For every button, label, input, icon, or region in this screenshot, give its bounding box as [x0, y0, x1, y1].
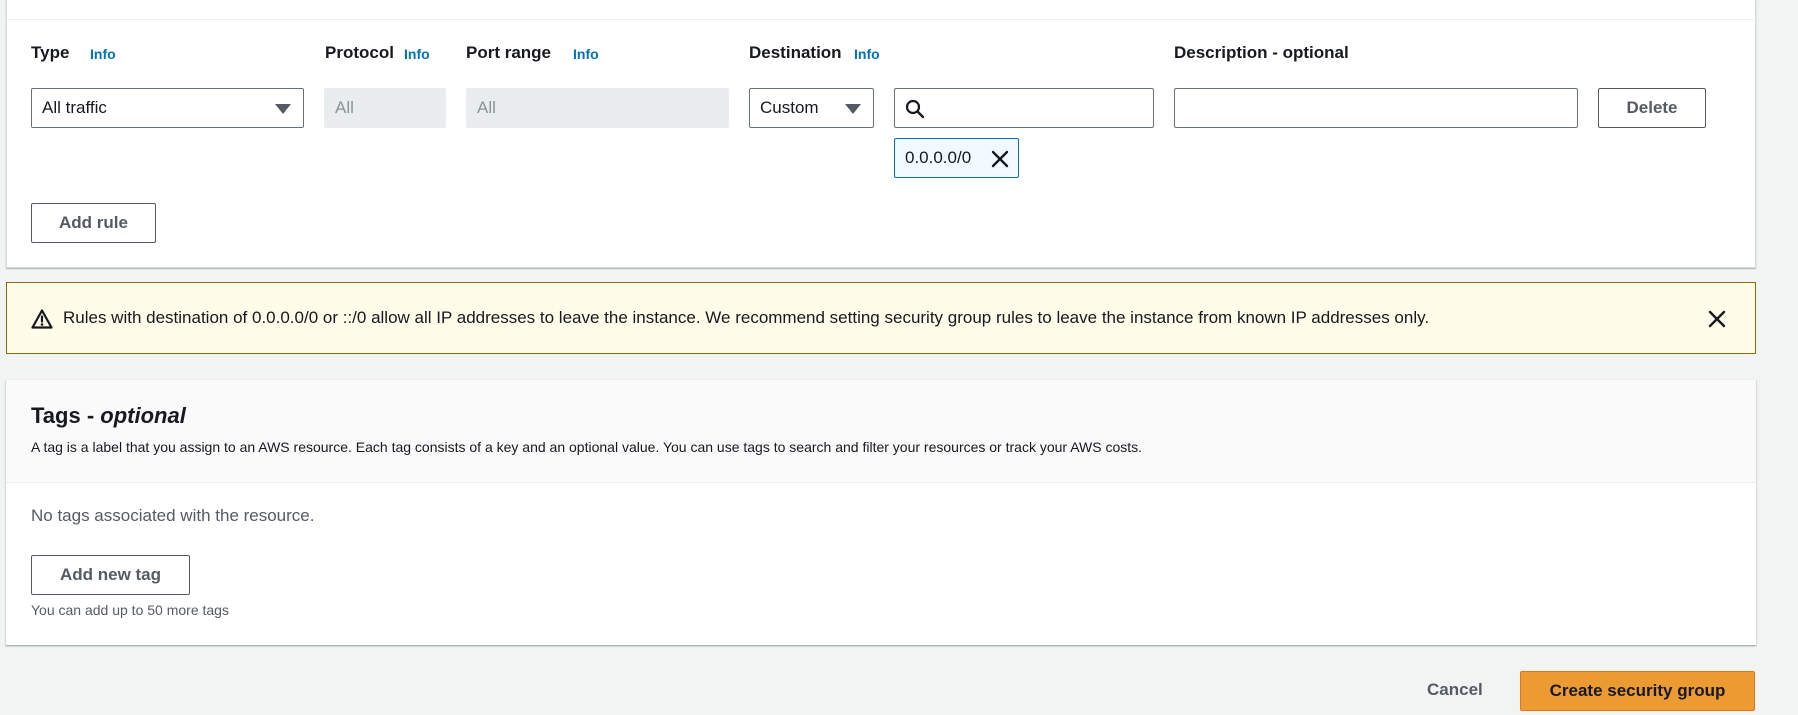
- divider: [6, 19, 1756, 20]
- destination-token: 0.0.0.0/0: [894, 138, 1019, 178]
- type-select-value: All traffic: [42, 98, 107, 117]
- close-icon[interactable]: [991, 150, 1009, 168]
- type-header: Type: [31, 43, 70, 62]
- caret-down-icon: [845, 104, 861, 114]
- tags-limit-hint: You can add up to 50 more tags: [31, 602, 229, 618]
- tags-empty-text: No tags associated with the resource.: [31, 506, 315, 525]
- add-new-tag-button[interactable]: Add new tag: [31, 555, 190, 595]
- tags-panel-header: [6, 380, 1756, 483]
- destination-type-select[interactable]: Custom: [749, 88, 874, 128]
- protocol-value: All: [335, 98, 354, 117]
- protocol-field: All: [324, 88, 446, 128]
- cancel-button[interactable]: Cancel: [1427, 680, 1483, 700]
- type-select[interactable]: All traffic: [31, 88, 304, 128]
- warning-message: Rules with destination of 0.0.0.0/0 or :…: [63, 308, 1430, 327]
- port-range-field: All: [466, 88, 729, 128]
- type-info-link[interactable]: Info: [90, 46, 116, 62]
- outbound-rules-panel: [6, 0, 1756, 268]
- delete-rule-button[interactable]: Delete: [1598, 88, 1706, 128]
- description-input[interactable]: [1174, 88, 1578, 128]
- add-rule-button[interactable]: Add rule: [31, 203, 156, 243]
- create-security-group-button[interactable]: Create security group: [1520, 671, 1755, 711]
- warning-alert: Rules with destination of 0.0.0.0/0 or :…: [6, 282, 1756, 354]
- tags-title-optional: optional: [100, 403, 186, 428]
- tags-title: Tags - optional: [31, 403, 186, 429]
- search-icon: [905, 99, 925, 119]
- destination-info-link[interactable]: Info: [854, 46, 880, 62]
- destination-type-value: Custom: [760, 98, 819, 117]
- port-range-header: Port range: [466, 43, 552, 62]
- destination-search-input[interactable]: [894, 88, 1154, 128]
- port-range-info-link[interactable]: Info: [573, 46, 599, 62]
- tags-description: A tag is a label that you assign to an A…: [31, 439, 1143, 455]
- destination-token-label: 0.0.0.0/0: [905, 148, 972, 167]
- destination-header: Destination: [749, 43, 842, 62]
- port-range-value: All: [477, 98, 496, 117]
- tags-title-main: Tags -: [31, 403, 101, 428]
- protocol-info-link[interactable]: Info: [404, 46, 430, 62]
- caret-down-icon: [275, 104, 291, 114]
- dismiss-close-icon[interactable]: [1707, 309, 1727, 329]
- warning-triangle-icon: [31, 309, 53, 329]
- protocol-header: Protocol: [325, 43, 394, 62]
- description-header: Description - optional: [1174, 43, 1349, 62]
